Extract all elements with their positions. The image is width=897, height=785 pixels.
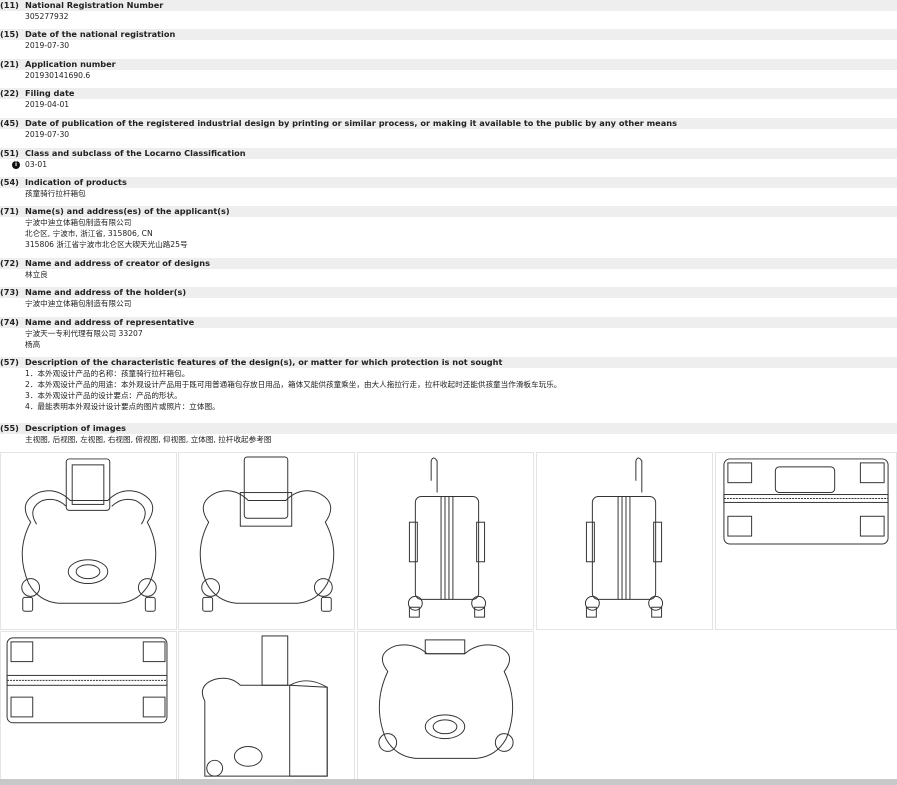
record-51: (51) Class and subclass of the Locarno Cl… [0, 148, 897, 177]
record-header: (11) National Registration Number [0, 0, 897, 11]
field-value: 2019-07-30 [0, 129, 897, 140]
field-label: National Registration Number [25, 0, 164, 10]
value-line: 3．本外观设计产品的设计要点：产品的形状。 [25, 391, 182, 400]
inid-code: (73) [0, 287, 19, 297]
front-view-image[interactable] [0, 452, 177, 630]
field-label: Name and address of the holder(s) [25, 287, 187, 297]
field-label: Name and address of creator of designs [25, 258, 210, 268]
record-11: (11) National Registration Number 30527793… [0, 0, 897, 29]
handle-retracted-reference-image[interactable] [357, 631, 534, 785]
inid-code: (22) [0, 88, 19, 98]
record-72: (72) Name and address of creator of desig… [0, 258, 897, 287]
value-line: 1．本外观设计产品的名称：孩童骑行拉杆箱包。 [25, 369, 190, 378]
inid-code: (51) [0, 148, 19, 158]
inid-code: (45) [0, 118, 19, 128]
record-57: (57) Description of the characteristic fe… [0, 357, 897, 423]
value-line: 03-01 [25, 160, 48, 169]
field-value: 孩童骑行拉杆箱包 [0, 188, 897, 199]
horizontal-scrollbar[interactable] [0, 779, 897, 785]
record-73: (73) Name and address of the holder(s) 宁波中… [0, 287, 897, 317]
record-header: (22) Filing date [0, 88, 897, 99]
record-71: (71) Name(s) and address(es) of the appli… [0, 206, 897, 258]
inid-code: (57) [0, 357, 19, 367]
field-value: 1．本外观设计产品的名称：孩童骑行拉杆箱包。 2．本外观设计产品的用途：本外观设计… [0, 368, 897, 412]
field-value: 305277932 [0, 11, 897, 22]
value-line: 305277932 [25, 12, 69, 21]
field-label: Class and subclass of the Locarno Classi… [25, 148, 246, 158]
value-line: 宁波中迪立体箱包制造有限公司 [25, 299, 132, 308]
value-line: 2019-04-01 [25, 100, 70, 109]
field-value: 2019-07-30 [0, 40, 897, 51]
value-line: 315806 浙江省宁波市北仑区大碶天光山路25号 [25, 240, 188, 249]
value-line: 4．最能表明本外观设计设计要点的图片或照片：立体图。 [25, 402, 220, 411]
left-view-image[interactable] [357, 452, 534, 630]
bottom-view-image[interactable] [0, 631, 177, 785]
field-label: Indication of products [25, 177, 127, 187]
field-value: 201930141690.6 [0, 70, 897, 81]
record-header: (71) Name(s) and address(es) of the appli… [0, 206, 897, 217]
record-header: (54) Indication of products [0, 177, 897, 188]
field-value: 主视图, 后视图, 左视图, 右视图, 俯视图, 仰视图, 立体图, 拉杆收起参… [0, 434, 897, 445]
field-label: Date of the national registration [25, 29, 176, 39]
field-label: Date of publication of the registered in… [25, 118, 677, 128]
field-value: 林立良 [0, 269, 897, 280]
field-label: Description of images [25, 423, 126, 433]
design-image-gallery [0, 452, 897, 785]
perspective-view-image[interactable] [178, 631, 355, 785]
field-label: Application number [25, 59, 116, 69]
field-label: Description of the characteristic featur… [25, 357, 503, 367]
record-74: (74) Name and address of representative 宁波… [0, 317, 897, 357]
inid-code: (71) [0, 206, 19, 216]
field-value: 2019-04-01 [0, 99, 897, 110]
field-label: Name(s) and address(es) of the applicant… [25, 206, 230, 216]
value-line: 主视图, 后视图, 左视图, 右视图, 俯视图, 仰视图, 立体图, 拉杆收起参… [25, 435, 272, 444]
field-value: 宁波中迪立体箱包制造有限公司 [0, 298, 897, 309]
record-21: (21) Application number 201930141690.6 [0, 59, 897, 88]
record-header: (72) Name and address of creator of desig… [0, 258, 897, 269]
inid-code: (21) [0, 59, 19, 69]
inid-code: (55) [0, 423, 19, 433]
record-header: (73) Name and address of the holder(s) [0, 287, 897, 298]
value-line: 2019-07-30 [25, 130, 70, 139]
record-header: (55) Description of images [0, 423, 897, 434]
record-54: (54) Indication of products 孩童骑行拉杆箱包 [0, 177, 897, 206]
record-55: (55) Description of images 主视图, 后视图, 左视图, … [0, 423, 897, 447]
record-header: (21) Application number [0, 59, 897, 70]
value-line: 孩童骑行拉杆箱包 [25, 189, 86, 198]
inid-code: (74) [0, 317, 19, 327]
value-line: 杨高 [25, 340, 41, 349]
value-line: 宁波天一专利代理有限公司 33207 [25, 329, 143, 338]
record-header: (51) Class and subclass of the Locarno Cl… [0, 148, 897, 159]
value-line: 林立良 [25, 270, 48, 279]
record-header: (15) Date of the national registration [0, 29, 897, 40]
inid-code: (72) [0, 258, 19, 268]
value-line: 宁波中迪立体箱包制造有限公司 [25, 218, 132, 227]
value-line: 201930141690.6 [25, 71, 91, 80]
inid-code: (11) [0, 0, 19, 10]
value-line: 北仑区, 宁波市, 浙江省, 315806, CN [25, 229, 153, 238]
record-header: (74) Name and address of representative [0, 317, 897, 328]
record-header: (57) Description of the characteristic fe… [0, 357, 897, 368]
record-45: (45) Date of publication of the registere… [0, 118, 897, 148]
field-value: 宁波天一专利代理有限公司 33207 杨高 [0, 328, 897, 350]
value-line: 2．本外观设计产品的用途：本外观设计产品用于既可用普通箱包存放日用品，箱体又能供… [25, 380, 562, 389]
record-header: (45) Date of publication of the registere… [0, 118, 897, 129]
rear-view-image[interactable] [178, 452, 355, 630]
field-value: 宁波中迪立体箱包制造有限公司北仑区, 宁波市, 浙江省, 315806, CN 3… [0, 217, 897, 250]
field-label: Filing date [25, 88, 75, 98]
field-label: Name and address of representative [25, 317, 195, 327]
right-view-image[interactable] [536, 452, 713, 630]
value-line: 2019-07-30 [25, 41, 70, 50]
record-15: (15) Date of the national registration 201… [0, 29, 897, 59]
inid-code: (54) [0, 177, 19, 187]
bibliographic-record-list: (11) National Registration Number 30527793… [0, 0, 897, 447]
info-icon[interactable]: i [12, 161, 20, 169]
record-22: (22) Filing date 2019-04-01 [0, 88, 897, 118]
inid-code: (15) [0, 29, 19, 39]
top-view-image[interactable] [715, 452, 897, 630]
field-value: i 03-01 [0, 159, 897, 170]
